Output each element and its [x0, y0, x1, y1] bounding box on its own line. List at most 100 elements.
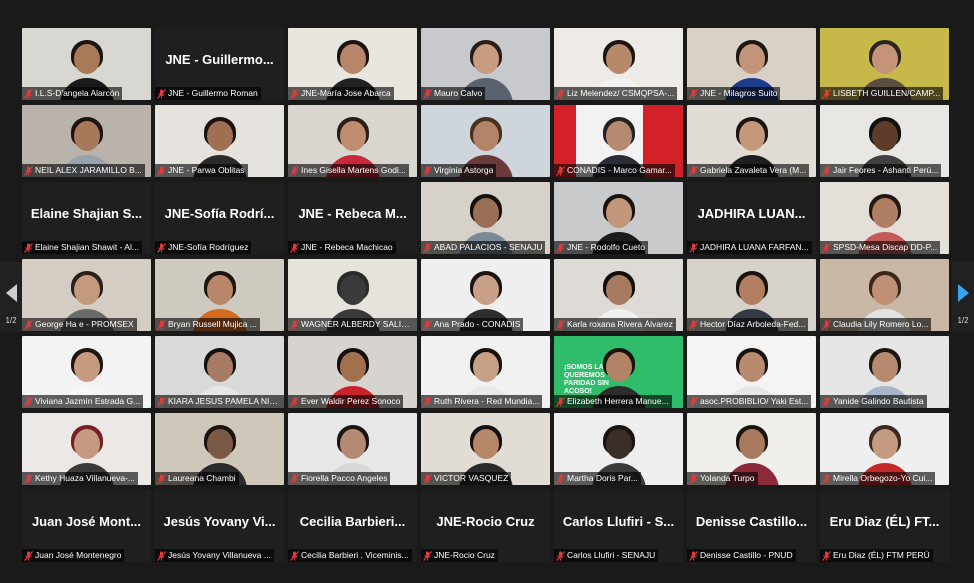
participant-tile[interactable]: JNE - Guillermo... JNE - Guillermo Roman — [155, 28, 284, 100]
participant-name: Ever Waldir Perez Sonoco — [301, 396, 401, 406]
participant-display-name: JNE-Rocio Cruz — [436, 514, 535, 529]
participant-tile[interactable]: NEIL ALEX JARAMILLO B... — [22, 105, 151, 177]
participant-name-label: Yanide Galindo Bautista — [820, 395, 927, 408]
participant-name-label: I.L.S-D'angela Alarcón — [22, 87, 123, 100]
participant-tile[interactable]: asoc.PROBIBLIO/ Yaki Est... — [687, 336, 816, 408]
participant-tile[interactable]: Jesús Yovany Vi... Jesús Yovany Villanuev… — [155, 490, 284, 562]
muted-mic-icon — [24, 165, 33, 176]
participant-tile[interactable]: Bryan Russell Mujica ... — [155, 259, 284, 331]
next-page-control[interactable]: 1/2 — [952, 262, 974, 332]
participant-name: Liz Melendez/ CSMQPSA-... — [567, 88, 675, 98]
participant-name-label: Laureana Chambi — [155, 472, 239, 485]
muted-mic-icon — [423, 165, 432, 176]
participant-tile[interactable]: VICTOR VASQUEZ — [421, 413, 550, 485]
participant-name: asoc.PROBIBLIO/ Yaki Est... — [700, 396, 809, 406]
muted-mic-icon — [24, 242, 33, 253]
participant-tile[interactable]: ¡SOMOS LA MITAD, QUEREMOS PARIDAD SIN AC… — [554, 336, 683, 408]
participant-tile[interactable]: Mauro Calvo — [421, 28, 550, 100]
participant-display-name: JNE - Rebeca M... — [298, 206, 407, 221]
participant-name: JNE - Rebeca Machicao — [301, 242, 393, 252]
participant-tile[interactable]: Virginia Astorga — [421, 105, 550, 177]
participant-name: Denisse Castillo - PNUD — [700, 550, 793, 560]
participant-tile[interactable]: CONADIS - Marco Gamar... — [554, 105, 683, 177]
participant-tile[interactable]: JNE - Milagros Suito — [687, 28, 816, 100]
participant-name: Carlos Llufiri - SENAJU — [567, 550, 656, 560]
participant-name: Ruth Rivera - Red Mundia... — [434, 396, 540, 406]
muted-mic-icon — [822, 319, 831, 330]
participant-tile[interactable]: JNE-Rocio Cruz JNE-Rocio Cruz — [421, 490, 550, 562]
participant-tile[interactable]: JNE-Sofía Rodrí... JNE-Sofía Rodríguez — [155, 182, 284, 254]
participant-name-label: Bryan Russell Mujica ... — [155, 318, 260, 331]
participant-display-name: Denisse Castillo... — [695, 514, 808, 529]
muted-mic-icon — [290, 550, 299, 561]
participant-name: Eru Diaz (ÉL) FTM PERÚ — [833, 550, 930, 560]
muted-mic-icon — [822, 242, 831, 253]
participant-tile[interactable]: Fiorella Pacco Angeles — [288, 413, 417, 485]
muted-mic-icon — [157, 165, 166, 176]
participant-name-label: JNE-María Jose Abarca — [288, 87, 394, 100]
participant-display-name: Juan José Mont... — [31, 514, 142, 529]
participant-tile[interactable]: Liz Melendez/ CSMQPSA-... — [554, 28, 683, 100]
participant-name: Jair Feores - Ashanti Perú... — [833, 165, 939, 175]
muted-mic-icon — [423, 550, 432, 561]
participant-tile[interactable]: Ever Waldir Perez Sonoco — [288, 336, 417, 408]
participant-tile[interactable]: George Ha e - PROMSEX — [22, 259, 151, 331]
participant-tile[interactable]: LISBETH GUILLEN/CAMP... — [820, 28, 949, 100]
participant-tile[interactable]: Denisse Castillo... Denisse Castillo - PN… — [687, 490, 816, 562]
participant-name: Viviana Jazmín Estrada G... — [35, 396, 141, 406]
muted-mic-icon — [822, 88, 831, 99]
participant-tile[interactable]: JNE - Rodolfo Cueto — [554, 182, 683, 254]
participant-tile[interactable]: JNE - Parwa Oblitas — [155, 105, 284, 177]
participant-tile[interactable]: JADHIRA LUAN... JADHIRA LUANA FARFAN... — [687, 182, 816, 254]
participant-tile[interactable]: Hector Díaz Arboleda-Fed... — [687, 259, 816, 331]
participant-name-label: Carlos Llufiri - SENAJU — [554, 549, 659, 562]
participant-tile[interactable]: Claudia Lily Romero Lo... — [820, 259, 949, 331]
participant-tile[interactable]: Ines Gisella Martens Godi... — [288, 105, 417, 177]
participant-tile[interactable]: Laureana Chambi — [155, 413, 284, 485]
participant-tile[interactable]: Martha Doris Par... — [554, 413, 683, 485]
participant-name-label: JADHIRA LUANA FARFAN... — [687, 241, 812, 254]
participant-name-label: Ever Waldir Perez Sonoco — [288, 395, 404, 408]
muted-mic-icon — [290, 319, 299, 330]
participant-name-label: CONADIS - Marco Gamar... — [554, 164, 675, 177]
muted-mic-icon — [24, 88, 33, 99]
participant-tile[interactable]: Jair Feores - Ashanti Perú... — [820, 105, 949, 177]
participant-name-label: Gabriela Zavaleta Vera (M... — [687, 164, 810, 177]
participant-tile[interactable]: I.L.S-D'angela Alarcón — [22, 28, 151, 100]
participant-name-label: Elizabeth Herrera Manue... — [554, 395, 672, 408]
participant-name-label: Jesús Yovany Villanueva ... — [155, 549, 274, 562]
participant-name-label: Denisse Castillo - PNUD — [687, 549, 796, 562]
participant-name: JADHIRA LUANA FARFAN... — [700, 242, 809, 252]
chevron-right-icon[interactable] — [957, 284, 969, 302]
muted-mic-icon — [24, 319, 33, 330]
participant-tile[interactable]: Carlos Llufiri - S... Carlos Llufiri - SE… — [554, 490, 683, 562]
participant-tile[interactable]: Elaine Shajian S... Elaine Shajian Shawit… — [22, 182, 151, 254]
participant-tile[interactable]: JNE-María Jose Abarca — [288, 28, 417, 100]
participant-tile[interactable]: Cecilia Barbieri... Cecilia Barbieri . Vi… — [288, 490, 417, 562]
participant-tile[interactable]: Juan José Mont... Juan José Montenegro — [22, 490, 151, 562]
participant-tile[interactable]: Yanide Galindo Bautista — [820, 336, 949, 408]
participant-tile[interactable]: JNE - Rebeca M... JNE - Rebeca Machicao — [288, 182, 417, 254]
participant-tile[interactable]: Ruth Rivera - Red Mundia... — [421, 336, 550, 408]
participant-tile[interactable]: Ana Prado - CONADIS — [421, 259, 550, 331]
participant-tile[interactable]: SPSD-Mesa Discap DD-P... — [820, 182, 949, 254]
participant-display-name: Elaine Shajian S... — [30, 206, 143, 221]
participant-name: Juan José Montenegro — [35, 550, 122, 560]
previous-page-control[interactable]: 1/2 — [0, 262, 22, 332]
participant-tile[interactable]: KIARA JESUS PAMELA NILUP... — [155, 336, 284, 408]
participant-name-label: Claudia Lily Romero Lo... — [820, 318, 932, 331]
participant-tile[interactable]: Gabriela Zavaleta Vera (M... — [687, 105, 816, 177]
participant-tile[interactable]: Mirella Orbegozo-Yo Cui... — [820, 413, 949, 485]
participant-name-label: JNE - Rodolfo Cueto — [554, 241, 648, 254]
participant-tile[interactable]: Viviana Jazmín Estrada G... — [22, 336, 151, 408]
participant-tile[interactable]: WAGNER ALBERDY SALIN... — [288, 259, 417, 331]
participant-tile[interactable]: Yolanda Turpo — [687, 413, 816, 485]
participant-tile[interactable]: ABAD PALACIOS - SENAJU — [421, 182, 550, 254]
muted-mic-icon — [24, 550, 33, 561]
chevron-left-icon[interactable] — [5, 284, 17, 302]
participant-tile[interactable]: Kethy Huaza Villanueva-... — [22, 413, 151, 485]
muted-mic-icon — [556, 165, 565, 176]
participant-tile[interactable]: Eru Diaz (ÉL) FT... Eru Diaz (ÉL) FTM PER… — [820, 490, 949, 562]
participant-tile[interactable]: Karla roxana Rivera Álvarez — [554, 259, 683, 331]
participant-name: JNE - Rodolfo Cueto — [567, 242, 645, 252]
